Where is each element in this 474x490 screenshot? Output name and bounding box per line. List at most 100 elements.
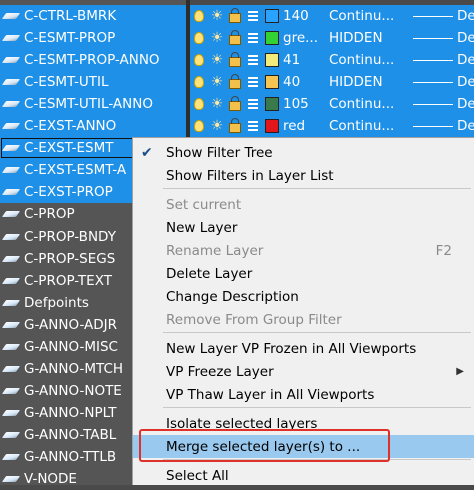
printer-icon[interactable] (244, 95, 262, 113)
printer-icon[interactable] (244, 7, 262, 25)
layer-icon (1, 189, 21, 196)
layer-icon (1, 321, 21, 328)
sun-icon[interactable]: ☀ (208, 7, 226, 25)
layer-name: C-EXST-PROP (24, 184, 113, 201)
menu-item[interactable]: ✔ Show Filter Tree (133, 141, 474, 164)
sun-icon[interactable]: ☀ (208, 29, 226, 47)
layer-icon (1, 123, 21, 130)
lineweight-value[interactable]: Defa (457, 30, 474, 46)
menu-separator (163, 188, 471, 189)
color-value[interactable]: gre... (283, 30, 327, 46)
printer-icon[interactable] (244, 51, 262, 69)
layer-row[interactable]: C-ESMT-UTIL-ANNO (0, 93, 186, 116)
lineweight-value[interactable]: Defa (457, 52, 474, 68)
layer-row[interactable]: C-ESMT-PROP (0, 27, 186, 50)
bulb-icon[interactable] (190, 117, 208, 135)
layer-name: C-EXST-ESMT-A (24, 162, 127, 179)
menu-item[interactable]: Select All (133, 464, 474, 487)
lineweight-sample (413, 59, 453, 61)
lock-icon[interactable] (226, 73, 244, 91)
layer-icon (1, 299, 21, 306)
color-swatch[interactable] (265, 9, 279, 23)
lineweight-sample (413, 37, 453, 39)
layer-name: C-ESMT-PROP (24, 30, 116, 47)
menu-item[interactable]: VP Thaw Layer in All Viewports (133, 383, 474, 406)
layer-row[interactable]: C-ESMT-PROP-ANNO (0, 49, 186, 72)
sun-icon[interactable]: ☀ (208, 117, 226, 135)
menu-item-label: New Layer (166, 219, 238, 236)
bulb-icon[interactable] (190, 73, 208, 91)
layer-icon (1, 13, 21, 19)
menu-item-shortcut: F2 (435, 242, 452, 259)
lineweight-sample (413, 125, 453, 127)
lock-icon[interactable] (226, 117, 244, 135)
color-value[interactable]: 41 (283, 52, 327, 68)
bulb-icon[interactable] (190, 29, 208, 47)
color-value[interactable]: 40 (283, 74, 327, 90)
menu-item[interactable]: Change Description (133, 285, 474, 308)
linetype-value[interactable]: Continu... (327, 118, 413, 134)
color-swatch[interactable] (265, 75, 279, 90)
menu-item[interactable]: New Layer VP Frozen in All Viewports (133, 337, 474, 360)
lock-icon[interactable] (226, 51, 244, 69)
layer-name: C-EXST-ANNO (24, 118, 117, 135)
layer-name: G-ANNO-TTLB (24, 449, 117, 465)
bulb-icon[interactable] (190, 51, 208, 69)
menu-item[interactable]: VP Freeze Layer ▶ (133, 360, 474, 383)
linetype-value[interactable]: HIDDEN (327, 74, 413, 90)
color-swatch[interactable] (265, 53, 279, 68)
printer-icon[interactable] (244, 117, 262, 135)
lock-icon[interactable] (226, 29, 244, 47)
layer-icon (1, 57, 21, 64)
lock-icon[interactable] (226, 7, 244, 25)
layer-properties-row: ☀ 41Continu... Defa (190, 49, 474, 72)
bulb-icon[interactable] (190, 95, 208, 113)
color-swatch[interactable] (265, 31, 279, 46)
linetype-value[interactable]: Continu... (327, 8, 413, 24)
lineweight-sample (413, 81, 453, 83)
layer-name: G-ANNO-ADJR (24, 316, 118, 333)
layer-row[interactable]: C-EXST-ANNO (0, 115, 186, 138)
color-value[interactable]: red (283, 118, 327, 134)
layer-name: C-PROP-BNDY (24, 228, 116, 245)
layer-row[interactable]: C-ESMT-UTIL (0, 71, 186, 94)
linetype-value[interactable]: Continu... (327, 96, 413, 112)
menu-item[interactable]: Delete Layer (133, 262, 474, 285)
printer-icon[interactable] (244, 29, 262, 47)
menu-item-label: Set current (166, 196, 242, 213)
lineweight-value[interactable]: Defa (457, 118, 474, 134)
sun-icon[interactable]: ☀ (208, 73, 226, 91)
lineweight-value[interactable]: Defa (457, 8, 474, 24)
layer-icon (1, 211, 21, 218)
menu-item: Rename Layer F2 (133, 239, 474, 262)
lock-icon[interactable] (226, 95, 244, 113)
layer-name: G-ANNO-MTCH (24, 360, 124, 377)
menu-item: Set current (133, 193, 474, 216)
menu-item-label: VP Thaw Layer in All Viewports (166, 386, 375, 403)
sun-icon[interactable]: ☀ (208, 51, 226, 69)
layer-name: G-ANNO-NOTE (24, 382, 122, 399)
lineweight-value[interactable]: Defa (457, 74, 474, 90)
bulb-icon[interactable] (190, 7, 208, 25)
linetype-value[interactable]: Continu... (327, 52, 413, 68)
menu-item[interactable]: New Layer (133, 216, 474, 239)
color-swatch[interactable] (265, 97, 279, 112)
color-swatch[interactable] (265, 119, 279, 134)
menu-item-label: Delete Layer (166, 265, 253, 282)
layer-properties-row: ☀ 140Continu... Defa (190, 5, 474, 27)
layer-name: C-CTRL-BMRK (24, 8, 117, 24)
layer-icon (1, 431, 21, 438)
color-value[interactable]: 140 (283, 8, 327, 24)
layer-icon (1, 79, 21, 86)
linetype-value[interactable]: HIDDEN (327, 30, 413, 46)
layer-name: C-PROP-SEGS (24, 250, 116, 267)
layer-row[interactable]: C-CTRL-BMRK (0, 5, 186, 27)
lineweight-value[interactable]: Defa (457, 96, 474, 112)
color-value[interactable]: 105 (283, 96, 327, 112)
sun-icon[interactable]: ☀ (208, 95, 226, 113)
menu-item-label: Change Description (166, 288, 299, 305)
menu-item[interactable]: Show Filters in Layer List (133, 164, 474, 187)
printer-icon[interactable] (244, 73, 262, 91)
layer-icon (1, 365, 21, 372)
layer-icon (1, 387, 21, 394)
